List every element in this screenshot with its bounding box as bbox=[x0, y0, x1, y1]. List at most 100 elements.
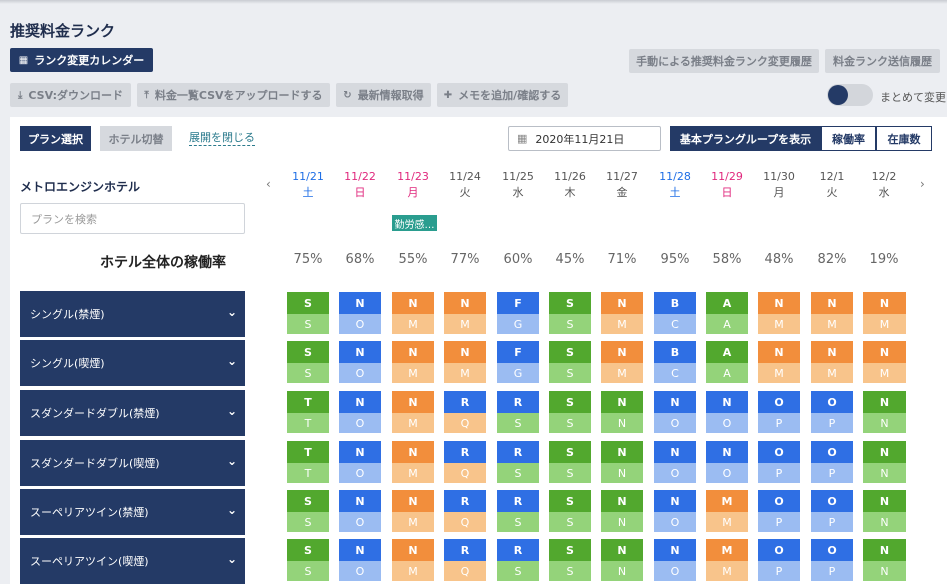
rank-cell-current[interactable]: O bbox=[654, 561, 696, 581]
plan-row[interactable]: スーペリアツイン(喫煙) ⌄ bbox=[20, 538, 245, 584]
rank-cell-current[interactable]: A bbox=[706, 314, 748, 334]
rank-cell-current[interactable]: M bbox=[392, 463, 434, 483]
rank-cell-recommended[interactable]: N bbox=[339, 391, 381, 413]
rank-cell-recommended[interactable]: R bbox=[497, 441, 539, 463]
rank-cell-current[interactable]: Q bbox=[444, 413, 486, 433]
rank-cell-current[interactable]: Q bbox=[444, 463, 486, 483]
rank-cell-recommended[interactable]: F bbox=[497, 292, 539, 314]
chevron-down-icon[interactable]: ⌄ bbox=[227, 454, 237, 468]
rank-cell-current[interactable]: P bbox=[811, 413, 853, 433]
rank-cell-current[interactable]: N bbox=[863, 463, 906, 483]
rank-cell-current[interactable]: P bbox=[811, 512, 853, 532]
rank-cell-recommended[interactable]: R bbox=[444, 441, 486, 463]
rank-cell-recommended[interactable]: R bbox=[497, 539, 539, 561]
rank-cell-current[interactable]: O bbox=[339, 561, 381, 581]
plan-row[interactable]: シングル(喫煙) ⌄ bbox=[20, 340, 245, 386]
rank-cell-current[interactable]: Q bbox=[444, 512, 486, 532]
rank-cell-current[interactable]: S bbox=[497, 512, 539, 532]
rank-cell-recommended[interactable]: B bbox=[654, 341, 696, 363]
rank-cell-recommended[interactable]: O bbox=[758, 539, 800, 561]
rank-cell-recommended[interactable]: N bbox=[339, 441, 381, 463]
rank-cell-current[interactable]: S bbox=[497, 561, 539, 581]
rank-cell-current[interactable]: M bbox=[863, 314, 906, 334]
rank-cell-current[interactable]: N bbox=[863, 561, 906, 581]
rank-cell-recommended[interactable]: N bbox=[863, 441, 906, 463]
rank-cell-current[interactable]: S bbox=[549, 512, 591, 532]
rank-cell-recommended[interactable]: S bbox=[287, 341, 329, 363]
rank-cell-recommended[interactable]: O bbox=[811, 441, 853, 463]
rank-cell-recommended[interactable]: S bbox=[549, 391, 591, 413]
rank-cell-current[interactable]: M bbox=[706, 561, 748, 581]
rank-cell-current[interactable]: P bbox=[811, 561, 853, 581]
rank-cell-recommended[interactable]: O bbox=[758, 441, 800, 463]
rank-cell-recommended[interactable]: N bbox=[863, 490, 906, 512]
rank-cell-current[interactable]: O bbox=[706, 413, 748, 433]
rank-cell-current[interactable]: S bbox=[497, 463, 539, 483]
rank-cell-recommended[interactable]: N bbox=[601, 441, 643, 463]
plan-row[interactable]: スーペリアツイン(禁煙) ⌄ bbox=[20, 489, 245, 535]
rank-cell-current[interactable]: S bbox=[549, 561, 591, 581]
chevron-down-icon[interactable]: ⌄ bbox=[227, 503, 237, 517]
date-picker[interactable]: ▦ 2020年11月21日 bbox=[508, 126, 661, 151]
rank-cell-current[interactable]: M bbox=[392, 363, 434, 383]
rank-cell-recommended[interactable]: S bbox=[549, 341, 591, 363]
next-dates-icon[interactable]: › bbox=[920, 177, 925, 191]
rank-cell-current[interactable]: M bbox=[811, 314, 853, 334]
rank-cell-current[interactable]: O bbox=[654, 463, 696, 483]
rank-cell-current[interactable]: G bbox=[497, 363, 539, 383]
rank-calendar-button[interactable]: ▦ ランク変更カレンダー bbox=[10, 48, 153, 72]
rank-cell-recommended[interactable]: N bbox=[444, 292, 486, 314]
csv-download-button[interactable]: ⤓ CSV:ダウンロード bbox=[10, 83, 131, 107]
collapse-link[interactable]: 展開を閉じる bbox=[189, 131, 255, 146]
rank-cell-current[interactable]: O bbox=[339, 363, 381, 383]
rank-cell-current[interactable]: T bbox=[287, 413, 329, 433]
rank-cell-recommended[interactable]: S bbox=[287, 292, 329, 314]
rank-cell-current[interactable]: M bbox=[392, 314, 434, 334]
plan-row[interactable]: シングル(禁煙) ⌄ bbox=[20, 291, 245, 337]
rank-cell-current[interactable]: M bbox=[811, 363, 853, 383]
hotel-switch-button[interactable]: ホテル切替 bbox=[100, 126, 172, 151]
rank-cell-recommended[interactable]: N bbox=[811, 292, 853, 314]
rank-cell-current[interactable]: P bbox=[758, 413, 800, 433]
rank-cell-current[interactable]: O bbox=[339, 512, 381, 532]
chevron-down-icon[interactable]: ⌄ bbox=[227, 404, 237, 418]
plan-row[interactable]: スダンダードダブル(禁煙) ⌄ bbox=[20, 390, 245, 436]
rank-cell-recommended[interactable]: N bbox=[654, 539, 696, 561]
plan-select-button[interactable]: プラン選択 bbox=[20, 126, 91, 151]
rank-cell-current[interactable]: S bbox=[549, 363, 591, 383]
rank-cell-recommended[interactable]: N bbox=[339, 341, 381, 363]
rank-cell-recommended[interactable]: S bbox=[549, 292, 591, 314]
rank-cell-current[interactable]: M bbox=[758, 363, 800, 383]
rank-cell-recommended[interactable]: O bbox=[811, 490, 853, 512]
rank-cell-recommended[interactable]: N bbox=[863, 292, 906, 314]
rank-cell-current[interactable]: G bbox=[497, 314, 539, 334]
rank-cell-current[interactable]: N bbox=[601, 512, 643, 532]
memo-button[interactable]: ✚ メモを追加/確認する bbox=[437, 83, 568, 107]
rank-cell-current[interactable]: O bbox=[339, 463, 381, 483]
view-inventory-button[interactable]: 在庫数 bbox=[876, 126, 932, 151]
rank-cell-current[interactable]: O bbox=[339, 314, 381, 334]
rank-cell-current[interactable]: S bbox=[549, 463, 591, 483]
view-occupancy-button[interactable]: 稼働率 bbox=[821, 126, 876, 151]
rank-cell-recommended[interactable]: R bbox=[444, 391, 486, 413]
prev-dates-icon[interactable]: ‹ bbox=[266, 177, 271, 191]
rank-cell-current[interactable]: P bbox=[758, 561, 800, 581]
rank-cell-recommended[interactable]: F bbox=[497, 341, 539, 363]
rank-cell-recommended[interactable]: N bbox=[863, 539, 906, 561]
rank-cell-current[interactable]: M bbox=[601, 314, 643, 334]
rank-cell-recommended[interactable]: S bbox=[287, 539, 329, 561]
rank-cell-current[interactable]: Q bbox=[444, 561, 486, 581]
rank-cell-recommended[interactable]: S bbox=[549, 441, 591, 463]
rank-cell-recommended[interactable]: T bbox=[287, 441, 329, 463]
rank-cell-current[interactable]: M bbox=[863, 363, 906, 383]
rank-cell-recommended[interactable]: N bbox=[601, 539, 643, 561]
rank-cell-current[interactable]: M bbox=[706, 512, 748, 532]
rank-cell-recommended[interactable]: N bbox=[654, 441, 696, 463]
rank-cell-recommended[interactable]: N bbox=[392, 539, 434, 561]
view-basic-group-button[interactable]: 基本プラングループを表示 bbox=[670, 126, 821, 151]
rank-cell-recommended[interactable]: N bbox=[863, 341, 906, 363]
rank-cell-recommended[interactable]: R bbox=[497, 490, 539, 512]
rank-cell-recommended[interactable]: M bbox=[706, 539, 748, 561]
refresh-button[interactable]: ↻ 最新情報取得 bbox=[336, 83, 431, 107]
rank-cell-current[interactable]: S bbox=[549, 413, 591, 433]
